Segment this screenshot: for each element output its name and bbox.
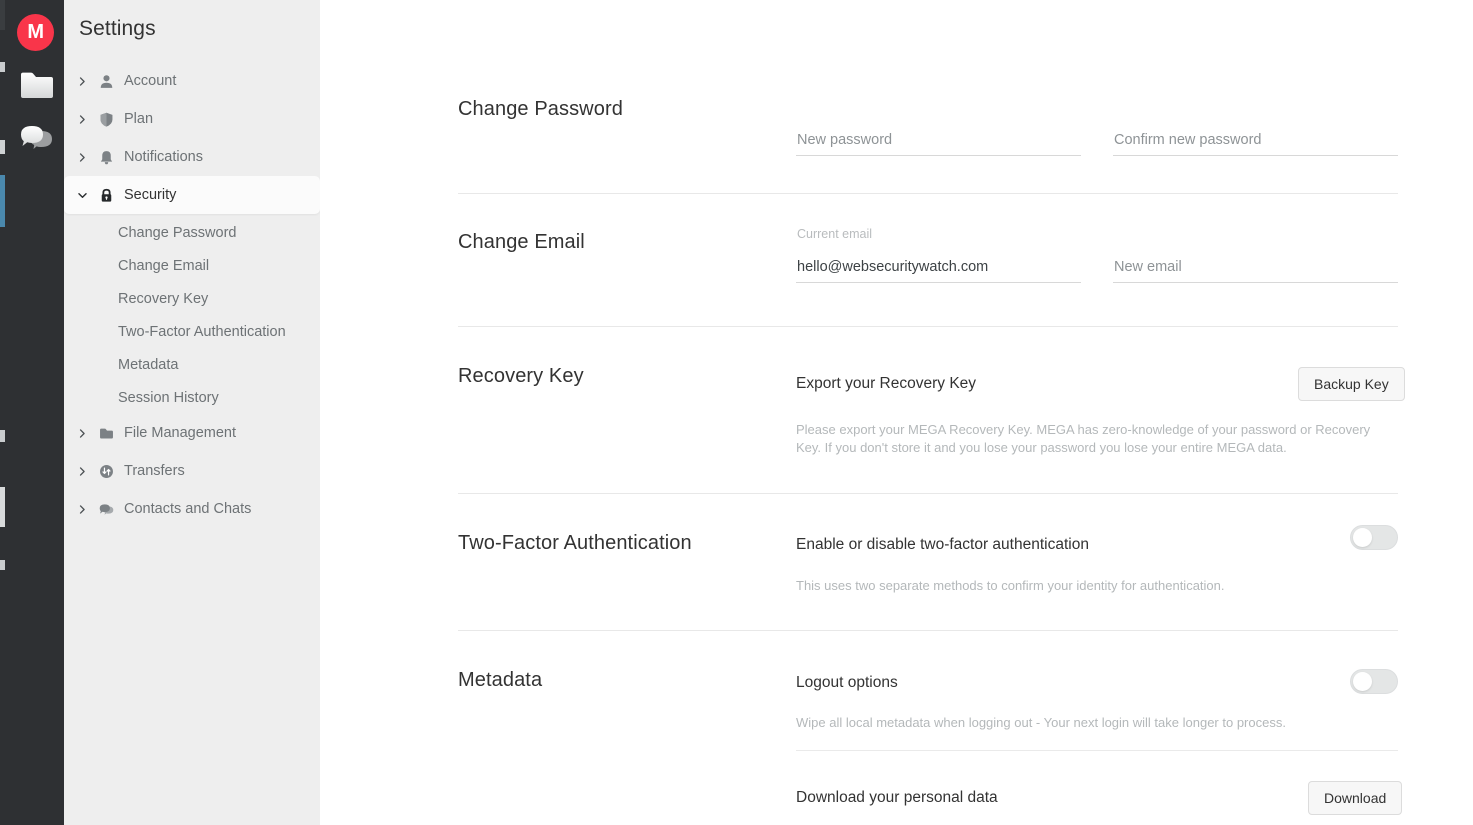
current-email-input[interactable]: Current email hello@websecuritywatch.com bbox=[796, 227, 1081, 283]
export-recovery-key-label: Export your Recovery Key bbox=[796, 375, 977, 392]
chevron-down-icon bbox=[75, 188, 89, 202]
new-email-input[interactable]: New email bbox=[1113, 249, 1398, 283]
sidebar-item-label: File Management bbox=[124, 425, 237, 441]
chevron-right-icon bbox=[75, 74, 89, 88]
backup-key-button[interactable]: Backup Key bbox=[1298, 367, 1405, 401]
current-email-caption: Current email bbox=[797, 227, 873, 241]
folder-icon bbox=[96, 423, 116, 443]
sidebar-subitem-label: Change Email bbox=[118, 257, 210, 274]
sidebar-subitem-label: Change Password bbox=[118, 224, 237, 241]
settings-nav: Account Plan Notifications Security Chan… bbox=[64, 62, 320, 528]
section-recovery-key: Recovery Key Export your Recovery Key Ba… bbox=[320, 326, 1473, 496]
download-button[interactable]: Download bbox=[1308, 781, 1403, 815]
two-factor-description: This uses two separate methods to confir… bbox=[796, 578, 1225, 593]
sidebar-item-notifications[interactable]: Notifications bbox=[64, 138, 320, 176]
transfer-icon bbox=[96, 461, 116, 481]
logout-options-description: Wipe all local metadata when logging out… bbox=[796, 715, 1286, 730]
sidebar-item-security[interactable]: Security bbox=[64, 176, 320, 214]
new-password-placeholder: New password bbox=[797, 132, 893, 148]
confirm-new-password-input[interactable]: Confirm new password bbox=[1113, 122, 1398, 156]
mega-settings-window: M Settings Account Plan Notifications Se… bbox=[0, 0, 1473, 825]
section-title: Change Email bbox=[458, 231, 585, 253]
chat-icon[interactable] bbox=[18, 120, 56, 154]
sidebar-subitem-label: Metadata bbox=[118, 356, 179, 373]
new-password-input[interactable]: New password bbox=[796, 122, 1081, 156]
two-factor-toggle[interactable] bbox=[1350, 525, 1398, 550]
chevron-right-icon bbox=[75, 426, 89, 440]
security-subnav: Change Password Change Email Recovery Ke… bbox=[64, 214, 320, 414]
sidebar-item-contacts-and-chats[interactable]: Contacts and Chats bbox=[64, 490, 320, 528]
sidebar-subitem-label: Two-Factor Authentication bbox=[118, 323, 286, 340]
chevron-right-icon bbox=[75, 464, 89, 478]
sidebar-subitem-session-history[interactable]: Session History bbox=[64, 381, 320, 414]
current-email-value: hello@websecuritywatch.com bbox=[797, 259, 989, 275]
toggle-knob bbox=[1353, 672, 1372, 691]
confirm-new-password-placeholder: Confirm new password bbox=[1114, 132, 1262, 148]
chevron-right-icon bbox=[75, 112, 89, 126]
bell-icon bbox=[96, 147, 116, 167]
chevron-right-icon bbox=[75, 502, 89, 516]
app-rail: M bbox=[5, 0, 64, 825]
sidebar-item-label: Security bbox=[124, 187, 177, 203]
shield-icon bbox=[96, 109, 116, 129]
toggle-knob bbox=[1353, 528, 1372, 547]
section-two-factor: Two-Factor Authentication Enable or disa… bbox=[320, 493, 1473, 633]
settings-sidebar: Settings Account Plan Notifications Secu… bbox=[64, 0, 320, 825]
cloud-drive-icon[interactable] bbox=[18, 67, 56, 101]
sidebar-subitem-label: Recovery Key bbox=[118, 290, 209, 307]
lock-icon bbox=[96, 185, 116, 205]
chevron-right-icon bbox=[75, 150, 89, 164]
logout-options-label: Logout options bbox=[796, 674, 898, 691]
section-title: Recovery Key bbox=[458, 365, 584, 387]
mega-logo[interactable]: M bbox=[17, 14, 54, 51]
two-factor-label: Enable or disable two-factor authenticat… bbox=[796, 536, 1089, 553]
settings-content: Change Password New password Confirm new… bbox=[320, 0, 1473, 825]
user-icon bbox=[96, 71, 116, 91]
new-email-placeholder: New email bbox=[1114, 259, 1182, 275]
sidebar-item-transfers[interactable]: Transfers bbox=[64, 452, 320, 490]
chats-icon bbox=[96, 499, 116, 519]
sidebar-item-label: Notifications bbox=[124, 149, 203, 165]
section-title: Two-Factor Authentication bbox=[458, 532, 692, 554]
recovery-key-description: Please export your MEGA Recovery Key. ME… bbox=[796, 422, 1371, 455]
sidebar-subitem-change-email[interactable]: Change Email bbox=[64, 249, 320, 282]
section-change-password: Change Password New password Confirm new… bbox=[320, 0, 1473, 200]
section-title: Metadata bbox=[458, 669, 543, 691]
sidebar-item-file-management[interactable]: File Management bbox=[64, 414, 320, 452]
page-title: Settings bbox=[79, 17, 156, 40]
sidebar-item-label: Transfers bbox=[124, 463, 185, 479]
sidebar-item-account[interactable]: Account bbox=[64, 62, 320, 100]
sidebar-subitem-recovery-key[interactable]: Recovery Key bbox=[64, 282, 320, 315]
sidebar-item-label: Account bbox=[124, 73, 177, 89]
sidebar-subitem-label: Session History bbox=[118, 389, 219, 406]
sidebar-subitem-two-factor-authentication[interactable]: Two-Factor Authentication bbox=[64, 315, 320, 348]
sidebar-item-label: Contacts and Chats bbox=[124, 501, 252, 517]
sidebar-subitem-metadata[interactable]: Metadata bbox=[64, 348, 320, 381]
section-metadata: Metadata Logout options Wipe all local m… bbox=[320, 630, 1473, 825]
logout-options-toggle[interactable] bbox=[1350, 669, 1398, 694]
section-title: Change Password bbox=[458, 98, 623, 120]
download-personal-data-label: Download your personal data bbox=[796, 789, 998, 806]
sidebar-subitem-change-password[interactable]: Change Password bbox=[64, 216, 320, 249]
section-change-email: Change Email Current email hello@websecu… bbox=[320, 194, 1473, 334]
metadata-inner-divider bbox=[796, 750, 1398, 751]
sidebar-item-plan[interactable]: Plan bbox=[64, 100, 320, 138]
sidebar-item-label: Plan bbox=[124, 111, 154, 127]
